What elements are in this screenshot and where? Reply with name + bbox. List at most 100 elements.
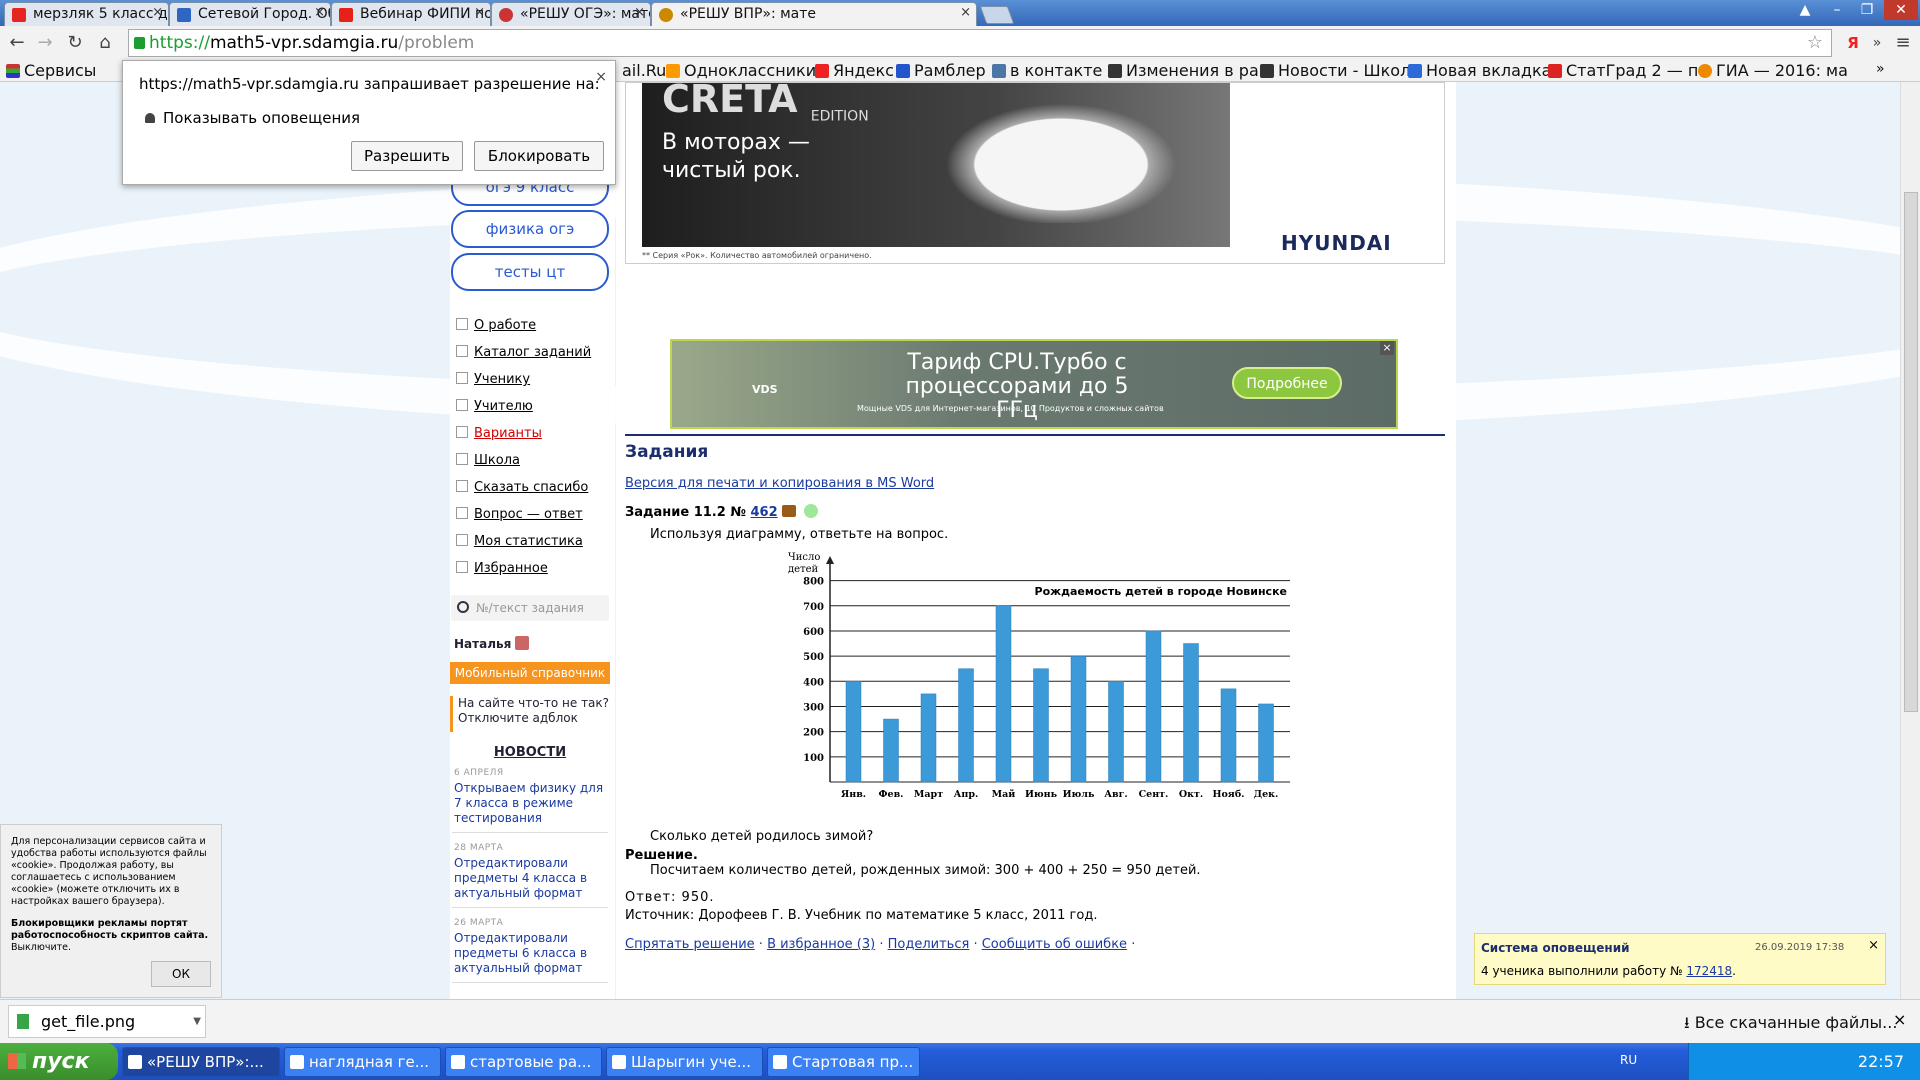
browser-tab-active[interactable]: «РЕШУ ВПР»: мате × <box>651 2 977 26</box>
hyundai-ad-banner[interactable]: CRETA EDITION В моторах — чистый рок. HY… <box>625 77 1445 264</box>
reshu-oge-favicon-icon <box>499 8 513 22</box>
download-item[interactable]: get_file.png ▼ <box>8 1005 206 1038</box>
print-version-link[interactable]: Версия для печати и копирования в MS Wor… <box>625 476 934 491</box>
restore-icon[interactable]: ❐ <box>1852 0 1882 20</box>
task-number-link[interactable]: 462 <box>751 505 778 520</box>
mobile-reference-link[interactable]: Мобильный справочник <box>450 662 610 684</box>
chart-svg: 100 200 300 400 500 600 700 800 Числодетей Рождае… <box>788 552 1290 800</box>
star-icon[interactable]: ☆ <box>1807 30 1823 56</box>
bookmark-rambler[interactable]: Рамблер <box>896 61 986 80</box>
sidebar-item[interactable]: Сказать спасибо <box>456 480 588 495</box>
add-favorite-link[interactable]: В избранное (3) <box>767 937 875 952</box>
extensions-overflow-icon[interactable]: » <box>1864 30 1890 56</box>
sidebar-item[interactable]: Школа <box>456 453 520 468</box>
tab-close-icon[interactable]: × <box>314 5 325 20</box>
browser-tab[interactable]: мерзляк 5 класс ди × <box>4 2 169 26</box>
browser-tab[interactable]: «РЕШУ ОГЭ»: мате × <box>491 2 651 26</box>
briefcase-icon[interactable] <box>781 505 796 517</box>
tab-close-icon[interactable]: × <box>634 5 645 20</box>
x-tick-label: Июнь <box>1025 789 1058 800</box>
user-name-label: Наталья <box>454 637 512 651</box>
forward-icon[interactable]: → <box>32 30 58 56</box>
adblock-notice[interactable]: На сайте что-то не так? Отключите адблок <box>450 696 610 732</box>
taskbar-item[interactable]: Стартовая пр... <box>767 1047 920 1077</box>
sidebar-item[interactable]: Каталог заданий <box>456 345 591 360</box>
sidebar-item[interactable]: Ученику <box>456 372 530 387</box>
y-tick-label: 700 <box>803 602 824 613</box>
vds-more-button[interactable]: Подробнее <box>1232 367 1342 399</box>
bookmark-school-news[interactable]: Новости - Школ <box>1260 61 1410 80</box>
sidebar-item[interactable]: Вопрос — ответ <box>456 507 583 522</box>
all-downloads-label: Все скачанные файлы... <box>1694 1013 1898 1032</box>
browser-tab[interactable]: Сетевой Город. Об × <box>169 2 331 26</box>
sidebar-item[interactable]: Избранное <box>456 561 548 576</box>
sidebar-item-label: Моя статистика <box>474 534 583 549</box>
sidebar-item[interactable]: Варианты <box>456 426 542 441</box>
yandex-extension-icon[interactable]: Я <box>1840 30 1866 56</box>
scrollbar-thumb[interactable] <box>1904 192 1918 712</box>
all-downloads-link[interactable]: ⭳ Все скачанные файлы... <box>1684 1012 1897 1039</box>
vertical-scrollbar[interactable] <box>1900 82 1920 999</box>
tab-close-icon[interactable]: × <box>152 5 163 20</box>
user-icon[interactable]: ▲ <box>1790 0 1820 20</box>
sidebar-item[interactable]: Моя статистика <box>456 534 583 549</box>
report-error-link[interactable]: Сообщить об ошибке <box>982 937 1127 952</box>
search-input[interactable]: №/текст задания <box>451 595 609 621</box>
new-tab-button[interactable] <box>979 6 1015 24</box>
sidebar-item[interactable]: Учителю <box>456 399 533 414</box>
minimize-icon[interactable]: – <box>1822 0 1852 20</box>
bookmark-vk[interactable]: в контакте <box>992 61 1102 80</box>
y-tick-label: 400 <box>803 677 824 688</box>
sidebar-item[interactable]: О работе <box>456 318 536 333</box>
hide-solution-link[interactable]: Спрятать решение <box>625 937 755 952</box>
work-number-link[interactable]: 172418 <box>1686 964 1732 978</box>
bookmarks-overflow-icon[interactable]: » <box>1876 61 1885 77</box>
pill-tests-ct[interactable]: тесты цт <box>451 253 609 291</box>
back-icon[interactable]: ← <box>4 30 30 56</box>
bookmark-gia[interactable]: ГИА — 2016: ма <box>1698 61 1848 80</box>
checkbox-icon <box>456 318 468 330</box>
close-icon[interactable]: × <box>595 69 607 85</box>
x-tick-label: Фев. <box>879 789 904 800</box>
user-name[interactable]: Наталья <box>454 636 530 651</box>
news-item[interactable]: Открываем физику для 7 класса в режиме т… <box>454 781 606 826</box>
news-item[interactable]: Отредактировали предметы 4 класса в акту… <box>454 856 606 901</box>
tab-close-icon[interactable]: × <box>960 5 971 20</box>
allow-button[interactable]: Разрешить <box>351 141 463 171</box>
bookmark-services[interactable]: Сервисы <box>6 61 96 80</box>
chevron-down-icon[interactable]: ▼ <box>193 1006 201 1037</box>
reload-icon[interactable]: ↻ <box>62 30 88 56</box>
taskbar-item[interactable]: Шарыгин уче... <box>606 1047 763 1077</box>
menu-icon[interactable]: ≡ <box>1890 30 1916 56</box>
document-icon <box>773 1055 787 1069</box>
close-icon[interactable]: × <box>1868 938 1879 953</box>
tab-title: «РЕШУ ВПР»: мате <box>680 6 817 22</box>
block-button[interactable]: Блокировать <box>474 141 604 171</box>
start-button[interactable]: пуск <box>0 1043 118 1080</box>
news-item[interactable]: Отредактировали предметы 6 класса в акту… <box>454 931 606 976</box>
taskbar-item[interactable]: стартовые ра... <box>445 1047 602 1077</box>
home-icon[interactable]: ⌂ <box>92 30 118 56</box>
bookmark-new-tab[interactable]: Новая вкладка <box>1408 61 1551 80</box>
divider <box>452 982 608 983</box>
close-window-icon[interactable]: ✕ <box>1884 0 1918 20</box>
taskbar-item[interactable]: наглядная ге... <box>284 1047 441 1077</box>
bookmark-mailru[interactable]: ail.Ru <box>622 61 666 80</box>
bookmark-statgrad[interactable]: СтатГрад 2 — п <box>1548 61 1698 80</box>
taskbar-item[interactable]: «РЕШУ ВПР»:... <box>122 1047 280 1077</box>
close-icon[interactable]: × <box>1893 1010 1906 1029</box>
pill-physics-oge[interactable]: физика огэ <box>451 210 609 248</box>
language-indicator[interactable]: RU <box>1620 1053 1637 1067</box>
news-heading[interactable]: НОВОСТИ <box>450 745 610 760</box>
vds-ad-banner[interactable]: VDS Тариф CPU.Турбо с процессорами до 5 … <box>670 339 1398 429</box>
bookmark-changes[interactable]: Изменения в ра <box>1108 61 1259 80</box>
cookie-ok-button[interactable]: ОК <box>151 961 211 987</box>
address-bar[interactable]: https://math5-vpr.sdamgia.ru/problem ☆ <box>128 29 1832 57</box>
clock[interactable]: 22:57 <box>1858 1052 1904 1071</box>
share-link[interactable]: Поделиться <box>888 937 970 952</box>
tab-close-icon[interactable]: × <box>474 5 485 20</box>
browser-tab[interactable]: Вебинар ФИПИ по × <box>331 2 491 26</box>
browser-toolbar: ← → ↻ ⌂ https://math5-vpr.sdamgia.ru/pro… <box>0 26 1920 60</box>
cookie-text: Для персонализации сервисов сайта и удоб… <box>11 836 207 907</box>
close-ad-icon[interactable]: × <box>1380 341 1394 355</box>
